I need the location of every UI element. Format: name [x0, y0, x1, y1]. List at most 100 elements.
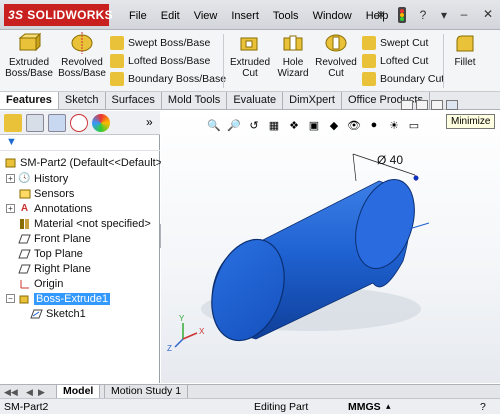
- maximize-icon[interactable]: [431, 100, 443, 110]
- boundary-boss-icon: [110, 72, 124, 86]
- minimize-icon[interactable]: –: [452, 4, 476, 24]
- boundary-boss-button[interactable]: Boundary Boss/Base: [110, 72, 226, 86]
- nav-next-icon[interactable]: ▶: [38, 387, 45, 398]
- property-manager-icon[interactable]: [26, 114, 44, 132]
- hole-wizard-icon: [280, 32, 306, 54]
- menu-file[interactable]: File: [122, 8, 154, 24]
- tree-item-origin[interactable]: Origin: [18, 276, 63, 291]
- menu-window[interactable]: Window: [306, 8, 359, 24]
- traffic-light-icon[interactable]: [393, 6, 411, 24]
- status-units[interactable]: MMGS: [348, 401, 381, 413]
- menu-tools[interactable]: Tools: [266, 8, 306, 24]
- swept-boss-button[interactable]: Swept Boss/Base: [110, 36, 210, 50]
- graphics-area[interactable]: Minimize 🔍 🔎 ↺ ▦ ❖ ▣ ◆ 👁 ● ☀ ▭ Ø 40 Y X …: [161, 100, 500, 383]
- lofted-boss-icon: [110, 54, 124, 68]
- triad-z-label: Z: [167, 344, 172, 353]
- triad-y-label: Y: [179, 314, 185, 323]
- annotations-icon: A: [20, 203, 29, 214]
- tile-icon[interactable]: [401, 100, 413, 110]
- tab-mold-tools[interactable]: Mold Tools: [161, 92, 228, 109]
- title-bar: 3S SOLIDWORKS File Edit View Insert Tool…: [0, 0, 500, 30]
- tree-item-annotations[interactable]: + A Annotations: [6, 201, 92, 216]
- hole-wizard-button[interactable]: Hole Wizard: [274, 32, 312, 79]
- menu-insert[interactable]: Insert: [224, 8, 266, 24]
- help-icon[interactable]: ?: [414, 6, 432, 24]
- help-status-icon[interactable]: ?: [480, 401, 486, 413]
- status-mode: Editing Part: [254, 401, 309, 413]
- sensors-icon: [18, 187, 31, 200]
- extruded-cut-button[interactable]: Extruded Cut: [228, 32, 272, 79]
- extruded-cut-icon: [237, 32, 263, 54]
- boundary-cut-icon: [362, 72, 376, 86]
- window-controls: – ✕: [452, 4, 500, 24]
- tab-evaluate[interactable]: Evaluate: [227, 92, 284, 109]
- command-manager: Extruded Boss/Base Revolved Boss/Base Sw…: [0, 30, 500, 92]
- tab-motion-study-1[interactable]: Motion Study 1: [104, 385, 189, 399]
- fillet-button[interactable]: Fillet: [448, 32, 482, 68]
- swept-boss-icon: [110, 36, 124, 50]
- nav-prev-icon[interactable]: ◀: [26, 387, 33, 398]
- revolved-cut-button[interactable]: Revolved Cut: [314, 32, 358, 79]
- close-icon[interactable]: ✕: [476, 4, 500, 24]
- feature-manager-panel: » ▼ SM-Part2 (Default<<Default>_D + 🕓 Hi…: [0, 111, 176, 383]
- pin-icon[interactable]: ✕: [372, 6, 390, 24]
- tree-item-front-plane[interactable]: Front Plane: [18, 231, 91, 246]
- tree-item-sketch1[interactable]: Sketch1: [30, 306, 86, 321]
- boss-extrude-icon: [18, 292, 31, 305]
- tree-item-history[interactable]: + 🕓 History: [6, 171, 68, 186]
- expand-icon[interactable]: +: [6, 204, 15, 213]
- tree-item-sensors[interactable]: Sensors: [18, 186, 74, 201]
- minimize-view-icon[interactable]: [446, 100, 458, 110]
- nav-first-icon[interactable]: ◀◀: [4, 387, 18, 398]
- revolved-boss-button[interactable]: Revolved Boss/Base: [58, 32, 106, 79]
- units-chevron-icon[interactable]: ▴: [386, 401, 391, 412]
- solidworks-logo[interactable]: 3S SOLIDWORKS: [4, 4, 113, 26]
- panel-more-icon[interactable]: »: [146, 115, 153, 129]
- configuration-manager-icon[interactable]: [48, 114, 66, 132]
- sketch-icon: [30, 307, 43, 320]
- lofted-cut-button[interactable]: Lofted Cut: [362, 54, 428, 68]
- revolved-boss-icon: [69, 32, 95, 54]
- tree-item-material[interactable]: Material <not specified>: [18, 216, 151, 231]
- tree-item-right-plane[interactable]: Right Plane: [18, 261, 91, 276]
- fillet-icon: [452, 32, 478, 54]
- model-canvas[interactable]: [161, 111, 500, 383]
- origin-icon: [18, 277, 31, 290]
- extruded-boss-button[interactable]: Extruded Boss/Base: [5, 32, 53, 79]
- plane-icon: [18, 262, 31, 275]
- swept-cut-button[interactable]: Swept Cut: [362, 36, 428, 50]
- lofted-cut-icon: [362, 54, 376, 68]
- tab-model[interactable]: Model: [56, 385, 101, 399]
- tab-dimxpert[interactable]: DimXpert: [283, 92, 342, 109]
- collapse-icon[interactable]: −: [6, 294, 15, 303]
- restore-icon[interactable]: [416, 100, 428, 110]
- tree-item-top-plane[interactable]: Top Plane: [18, 246, 83, 261]
- swept-cut-icon: [362, 36, 376, 50]
- tree-item-boss-extrude1[interactable]: − Boss-Extrude1: [6, 291, 111, 306]
- extruded-boss-icon: [16, 32, 42, 54]
- feature-manager-icon[interactable]: [4, 114, 22, 132]
- ribbon-separator: [443, 34, 444, 88]
- chevron-down-icon[interactable]: ▾: [435, 6, 453, 24]
- triad-x-label: X: [199, 327, 205, 336]
- filter-row[interactable]: ▼: [0, 135, 160, 151]
- menu-view[interactable]: View: [187, 8, 225, 24]
- filter-icon[interactable]: ▼: [6, 136, 17, 148]
- expand-icon[interactable]: +: [6, 174, 15, 183]
- diameter-dimension[interactable]: Ø 40: [377, 153, 403, 167]
- tab-features[interactable]: Features: [0, 92, 59, 109]
- tab-sketch[interactable]: Sketch: [58, 92, 106, 109]
- dimxpert-manager-icon[interactable]: [70, 114, 88, 132]
- revolved-cut-icon: [323, 32, 349, 54]
- tab-surfaces[interactable]: Surfaces: [105, 92, 162, 109]
- part-icon: [4, 156, 17, 169]
- viewport-window-controls: [401, 100, 458, 110]
- lofted-boss-button[interactable]: Lofted Boss/Base: [110, 54, 210, 68]
- bottom-tab-bar: ◀◀ ◀ ▶ Model Motion Study 1: [0, 384, 500, 399]
- material-icon: [18, 217, 31, 230]
- tree-root[interactable]: SM-Part2 (Default<<Default>_D: [4, 155, 176, 170]
- display-manager-icon[interactable]: [92, 114, 110, 132]
- dimension-point[interactable]: [413, 175, 419, 181]
- menu-edit[interactable]: Edit: [154, 8, 187, 24]
- boundary-cut-button[interactable]: Boundary Cut: [362, 72, 444, 86]
